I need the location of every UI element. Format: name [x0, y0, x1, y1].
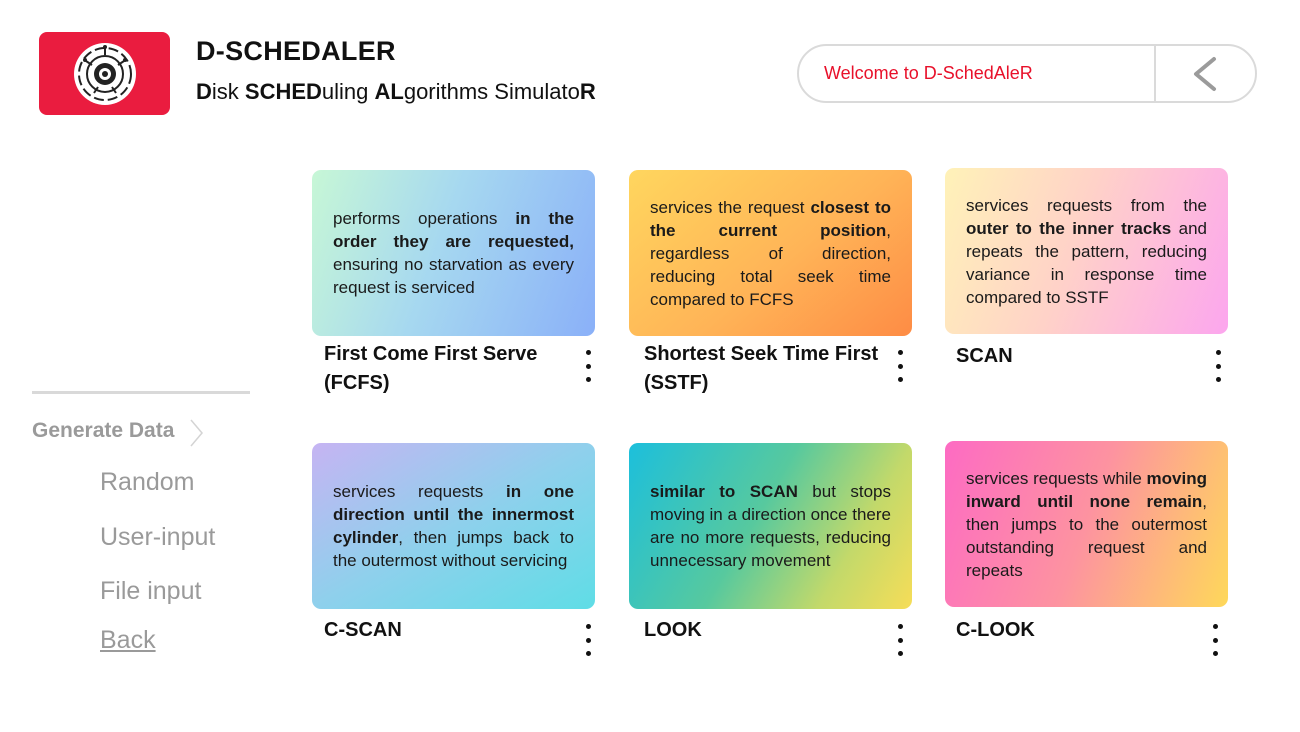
sidebar-item-file-input[interactable]: File input: [100, 577, 201, 606]
card-title-c-look: C-LOOK: [956, 619, 1035, 641]
algorithm-card-look[interactable]: similar to SCAN but stops moving in a di…: [629, 443, 912, 609]
sidebar-item-random[interactable]: Random: [100, 468, 195, 497]
card-title-fcfs: First Come First Serve (FCFS): [324, 343, 538, 394]
more-vertical-icon[interactable]: [893, 624, 907, 656]
algorithm-card-scan[interactable]: services requests from the outer to the …: [945, 168, 1228, 334]
card-title-c-scan: C-SCAN: [324, 619, 402, 641]
card-title-scan: SCAN: [956, 345, 1013, 367]
card-description: similar to SCAN but stops moving in a di…: [650, 482, 891, 570]
algorithm-card-c-scan[interactable]: services requests in one direction until…: [312, 443, 595, 609]
card-description: services requests from the outer to the …: [966, 195, 1207, 307]
card-description: services requests while moving inward un…: [966, 468, 1207, 580]
sidebar-divider: [32, 391, 250, 394]
app-subtitle: Disk SCHEDuling ALgorithms SimulatoR: [196, 79, 596, 104]
more-vertical-icon[interactable]: [581, 350, 595, 382]
sidebar-back-link[interactable]: Back: [100, 626, 156, 655]
algorithm-card-fcfs[interactable]: performs operations in the order they ar…: [312, 170, 595, 336]
chevron-right-icon: [190, 419, 204, 447]
card-description: performs operations in the order they ar…: [333, 209, 574, 297]
sidebar-item-user-input[interactable]: User-input: [100, 523, 215, 552]
more-vertical-icon[interactable]: [893, 350, 907, 382]
algorithm-card-c-look[interactable]: services requests while moving inward un…: [945, 441, 1228, 607]
card-description: services requests in one direction until…: [333, 482, 575, 570]
generate-data-menu[interactable]: Generate Data: [32, 414, 204, 448]
more-vertical-icon[interactable]: [581, 624, 595, 656]
card-title-sstf: Shortest Seek Time First (SSTF): [644, 343, 879, 394]
generate-data-label: Generate Data: [32, 419, 175, 442]
chevron-left-icon: [1194, 56, 1217, 91]
app-title: D-SCHEDALER: [196, 36, 396, 66]
card-title-look: LOOK: [644, 619, 702, 641]
more-vertical-icon[interactable]: [1208, 624, 1222, 656]
algorithm-card-sstf[interactable]: services the request closest to the curr…: [629, 170, 912, 336]
app-logo: [39, 32, 170, 115]
back-button[interactable]: [1153, 46, 1255, 101]
more-vertical-icon[interactable]: [1211, 350, 1225, 382]
welcome-bar: Welcome to D-SchedAleR: [797, 44, 1257, 103]
welcome-text: Welcome to D-SchedAleR: [824, 63, 1033, 83]
disk-circuit-icon: [73, 42, 136, 105]
card-description: services the request closest to the curr…: [650, 197, 891, 309]
